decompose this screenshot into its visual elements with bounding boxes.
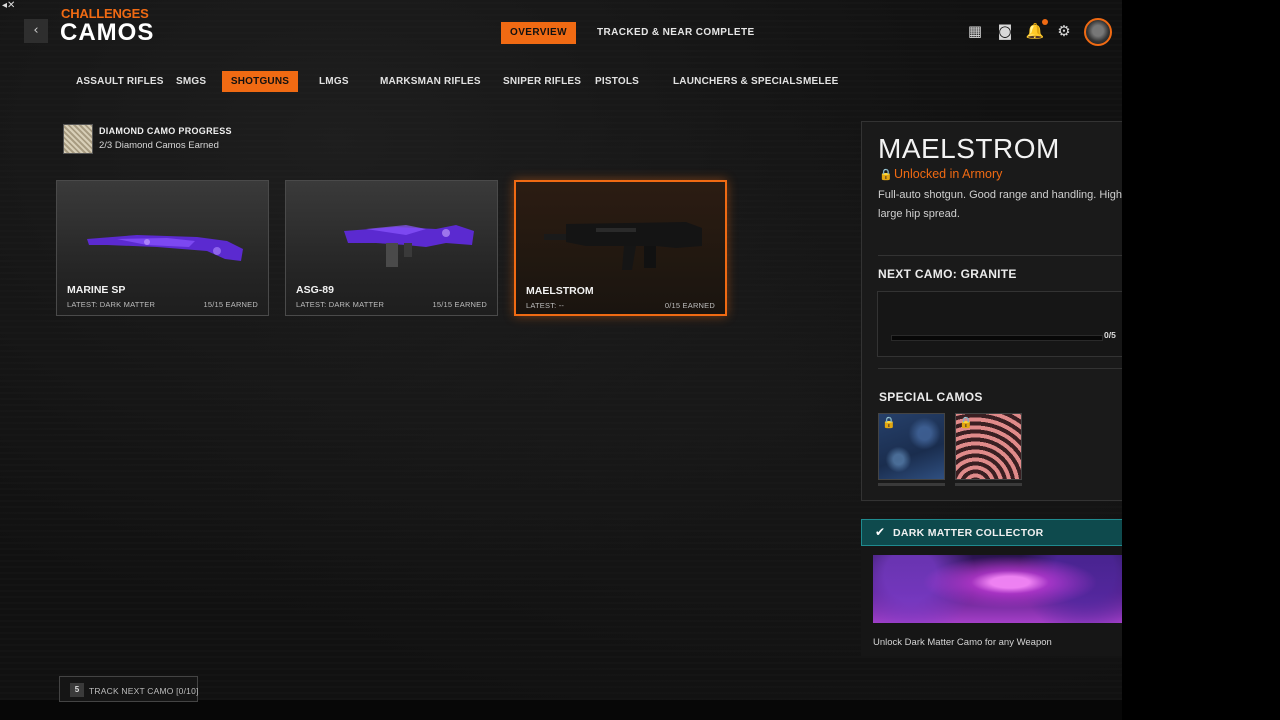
letterbox-bottom	[0, 700, 1122, 720]
special-camos-title: SPECIAL CAMOS	[879, 390, 983, 404]
dark-matter-artwork	[873, 555, 1122, 623]
diamond-camo-thumbnail	[63, 124, 93, 154]
page-title: CAMOS	[60, 19, 155, 46]
category-assault-rifles[interactable]: ASSAULT RIFLES	[76, 71, 164, 92]
camo-progress-bar	[891, 335, 1103, 341]
category-launchers-specials[interactable]: LAUNCHERS & SPECIALS	[673, 71, 803, 92]
dark-matter-description: Unlock Dark Matter Camo for any Weapon	[873, 637, 1052, 648]
avatar[interactable]	[1084, 18, 1112, 46]
category-lmgs[interactable]: LMGS	[319, 71, 349, 92]
track-next-camo-label: TRACK NEXT CAMO [0/10]	[89, 686, 199, 696]
category-pistols[interactable]: PISTOLS	[595, 71, 639, 92]
letterbox-right	[1122, 0, 1280, 720]
lock-icon: 🔒	[959, 416, 973, 429]
gear-icon[interactable]: ⚙	[1053, 20, 1075, 42]
back-button[interactable]: ‹	[24, 19, 48, 43]
dark-matter-title: DARK MATTER COLLECTOR	[893, 527, 1044, 539]
top-icon-bar: ▦ ◙ 🔔 ⚙	[962, 16, 1122, 48]
divider	[878, 255, 1122, 256]
category-melee[interactable]: MELEE	[803, 71, 838, 92]
category-sniper-rifles[interactable]: SNIPER RIFLES	[503, 71, 581, 92]
weapon-earned-count: 0/15 EARNED	[664, 301, 715, 310]
category-smgs[interactable]: SMGS	[176, 71, 206, 92]
diamond-progress-title: DIAMOND CAMO PROGRESS	[99, 126, 232, 136]
diamond-progress-subtitle: 2/3 Diamond Camos Earned	[99, 140, 219, 151]
notification-badge	[1042, 19, 1048, 25]
unlock-source: Unlocked in Armory	[894, 167, 1003, 181]
category-shotguns[interactable]: SHOTGUNS	[222, 71, 298, 92]
audio-mute-icon: ◂✕	[2, 0, 16, 11]
lock-icon: 🔒	[882, 416, 896, 429]
squad-icon[interactable]: ◙	[994, 20, 1016, 42]
divider	[878, 368, 1122, 369]
next-camo-label: NEXT CAMO: GRANITE	[878, 267, 1017, 281]
special-camo-progress	[878, 483, 945, 486]
chevron-left-icon: ‹	[33, 23, 39, 38]
weapon-latest-camo: LATEST: DARK MATTER	[296, 300, 385, 309]
category-marksman-rifles[interactable]: MARKSMAN RIFLES	[380, 71, 481, 92]
progress-count: 0/5	[1104, 330, 1116, 340]
special-camo-tile[interactable]: 🔒	[955, 413, 1022, 480]
grid-menu-icon[interactable]: ▦	[964, 20, 986, 42]
tab-tracked-near-complete[interactable]: TRACKED & NEAR COMPLETE	[597, 22, 755, 44]
weapon-card-asg-89[interactable]: ASG-89 LATEST: DARK MATTER 15/15 EARNED	[285, 180, 498, 316]
shotgun-image	[344, 225, 474, 267]
weapon-card-marine-sp[interactable]: MARINE SP LATEST: DARK MATTER 15/15 EARN…	[56, 180, 269, 316]
weapon-card-maelstrom[interactable]: MAELSTROM LATEST: -- 0/15 EARNED	[514, 180, 727, 316]
weapon-latest-camo: LATEST: DARK MATTER	[67, 300, 156, 309]
shotgun-image	[544, 222, 702, 270]
special-camo-progress	[955, 483, 1022, 486]
weapon-name: MARINE SP	[67, 284, 126, 296]
weapon-description: Full-auto shotgun. Good range and handli…	[878, 189, 1122, 220]
special-camo-tile[interactable]: 🔒	[878, 413, 945, 480]
weapon-latest-camo: LATEST: --	[526, 301, 565, 310]
weapon-name: ASG-89	[296, 284, 334, 296]
weapon-name: MAELSTROM	[526, 285, 594, 297]
weapon-earned-count: 15/15 EARNED	[203, 300, 258, 309]
next-camo-challenge-box[interactable]	[877, 291, 1122, 357]
keybind-hint: 5	[70, 683, 84, 697]
tab-overview[interactable]: OVERVIEW	[501, 22, 576, 44]
detail-weapon-name: MAELSTROM	[878, 133, 1060, 164]
shotgun-image	[87, 235, 243, 261]
lock-icon: 🔒	[879, 168, 893, 181]
weapon-earned-count: 15/15 EARNED	[432, 300, 487, 309]
checkmark-icon: ✔	[875, 525, 886, 539]
